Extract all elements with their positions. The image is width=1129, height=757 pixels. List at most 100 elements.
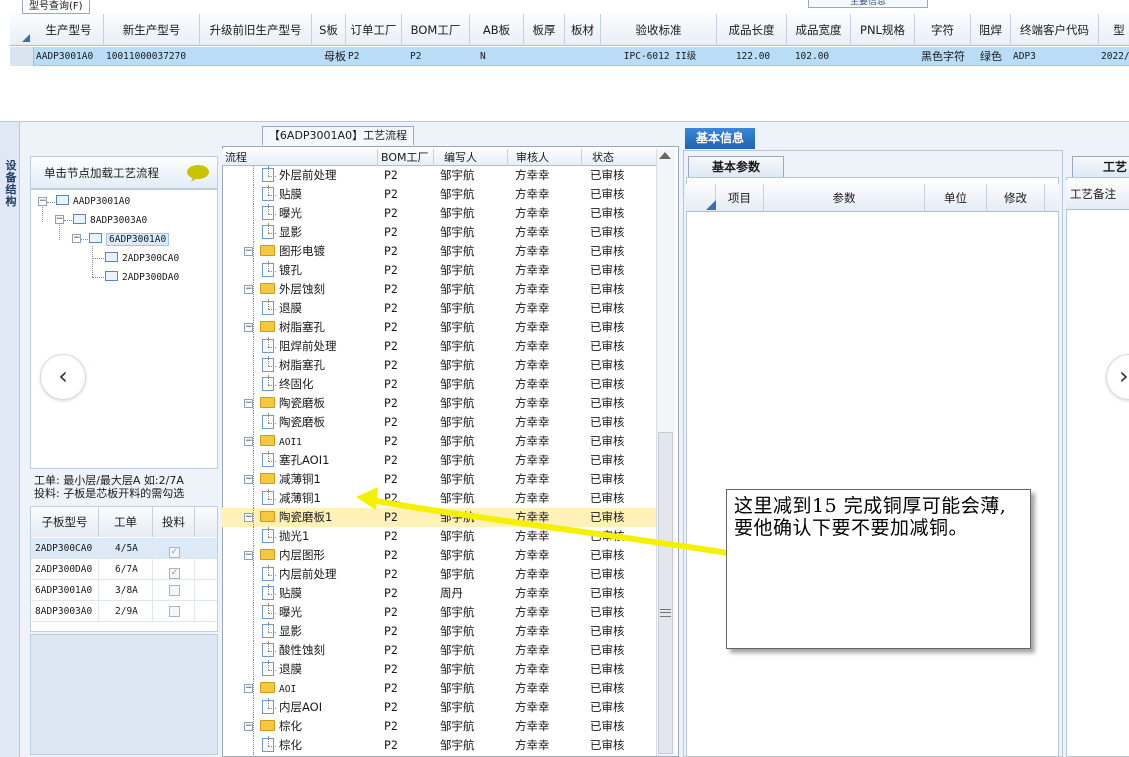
cell-writer: 邹宇航 [440, 358, 475, 372]
flow-row[interactable]: 退膜 P2 邹宇航 方幸幸 已审核 [222, 299, 662, 318]
col-header[interactable]: 审核人 [508, 149, 582, 166]
collapse-toggle-icon[interactable]: − [72, 234, 81, 243]
col-header[interactable]: 新生产型号 [104, 14, 200, 46]
flow-row[interactable]: − 外层蚀刻 P2 邹宇航 方幸幸 已审核 [222, 280, 662, 299]
collapse-toggle-icon[interactable]: − [244, 247, 253, 256]
flow-row[interactable]: 内层AOI P2 邹宇航 方幸幸 已审核 [222, 698, 662, 717]
flow-row[interactable]: 曝光 P2 邹宇航 方幸幸 已审核 [222, 204, 662, 223]
feed-checkbox[interactable]: ✓ [169, 568, 180, 579]
col-header[interactable]: 订单工厂 [346, 14, 402, 46]
col-header[interactable]: BOM工厂 [402, 14, 470, 46]
flow-row[interactable]: − 棕化 P2 邹宇航 方幸幸 已审核 [222, 717, 662, 736]
col-header[interactable]: 板材 [565, 14, 601, 46]
flow-row[interactable]: 酸性蚀刻 P2 邹宇航 方幸幸 已审核 [222, 641, 662, 660]
craft-note-header[interactable]: 工艺备注 [1066, 180, 1129, 210]
col-header[interactable]: BOM工厂 [378, 149, 434, 166]
flow-row[interactable]: − 减薄铜1 P2 邹宇航 方幸幸 已审核 [222, 470, 662, 489]
col-header[interactable]: 单位 [925, 184, 987, 212]
model-query-tab[interactable]: 型号查询(F) [22, 0, 90, 14]
flow-row[interactable]: 树脂塞孔 P2 邹宇航 方幸幸 已审核 [222, 356, 662, 375]
flow-row[interactable]: 曝光 P2 邹宇航 方幸幸 已审核 [222, 603, 662, 622]
flow-row[interactable]: 陶瓷磨板 P2 邹宇航 方幸幸 已审核 [222, 413, 662, 432]
collapse-toggle-icon[interactable]: − [244, 285, 253, 294]
tree-node[interactable]: AADP3001A0 [56, 193, 130, 209]
flow-row[interactable]: − AOI1 P2 邹宇航 方幸幸 已审核 [222, 432, 662, 451]
tree-node[interactable]: 2ADP300DA0 [105, 269, 179, 285]
feed-checkbox[interactable]: ✓ [169, 547, 180, 558]
comment-icon[interactable] [186, 164, 210, 182]
col-header[interactable]: 项目 [716, 184, 764, 212]
flow-row[interactable]: − 陶瓷磨板1 P2 邹宇航 方幸幸 已审核 [222, 508, 662, 527]
scroll-up-arrow-icon[interactable] [659, 152, 671, 159]
col-header[interactable]: 终端客户代码 [1011, 14, 1099, 46]
feed-checkbox[interactable] [169, 606, 180, 617]
collapse-toggle-icon[interactable]: − [55, 215, 64, 224]
flow-row[interactable]: 贴膜 P2 周丹 方幸幸 已审核 [222, 584, 662, 603]
collapse-toggle-icon[interactable]: − [244, 475, 253, 484]
basic-params-tab[interactable]: 基本参数 [688, 156, 784, 177]
feed-checkbox[interactable] [169, 585, 180, 596]
device-structure-tab[interactable]: 设备结构 [4, 160, 18, 208]
flow-row[interactable]: 退膜 P2 邹宇航 方幸幸 已审核 [222, 660, 662, 679]
table-row[interactable]: 2ADP300CA0 4/5A ✓ [31, 538, 217, 559]
col-header[interactable]: 型 [1099, 14, 1129, 46]
col-header[interactable]: 状态 [582, 149, 662, 166]
flow-row[interactable]: 抛光1 P2 邹宇航 方幸幸 已审核 [222, 527, 662, 546]
col-header[interactable]: 成品长度 [717, 14, 787, 46]
flow-row[interactable]: − AOI P2 邹宇航 方幸幸 已审核 [222, 679, 662, 698]
table-row[interactable]: AADP3001A0 10011000037270 母板 P2 P2 N IPC… [10, 47, 1129, 66]
col-header[interactable]: 修改 [987, 184, 1045, 212]
tree-node[interactable]: 8ADP3003A0 [73, 212, 147, 228]
collapse-toggle-icon[interactable]: − [244, 722, 253, 731]
collapse-toggle-icon[interactable]: − [244, 551, 253, 560]
tree-node-selected[interactable]: 6ADP3001A0 [89, 231, 170, 247]
main-info-tab[interactable]: 主要信息 [808, 0, 928, 8]
col-header[interactable]: 字符 [915, 14, 971, 46]
flow-row[interactable]: 阻焊前处理 P2 邹宇航 方幸幸 已审核 [222, 337, 662, 356]
table-row[interactable]: 2ADP300DA0 6/7A ✓ [31, 559, 217, 580]
col-header[interactable]: 生产型号 [34, 14, 104, 46]
flow-row[interactable]: 贴膜 P2 邹宇航 方幸幸 已审核 [222, 185, 662, 204]
prev-nav-button[interactable]: ‹ [40, 354, 86, 400]
col-header[interactable]: 验收标准 [601, 14, 717, 46]
row-selector[interactable] [10, 47, 34, 66]
collapse-toggle-icon[interactable]: − [244, 513, 253, 522]
col-header[interactable]: 投料 [153, 507, 195, 537]
flow-row[interactable]: − 图形电镀 P2 邹宇航 方幸幸 已审核 [222, 242, 662, 261]
col-header[interactable]: 板厚 [524, 14, 565, 46]
flow-row[interactable]: 显影 P2 邹宇航 方幸幸 已审核 [222, 223, 662, 242]
col-header[interactable]: 编写人 [434, 149, 508, 166]
tree-node[interactable]: 2ADP300CA0 [105, 250, 179, 266]
flow-row[interactable]: − 陶瓷磨板 P2 邹宇航 方幸幸 已审核 [222, 394, 662, 413]
col-header[interactable]: 工单 [99, 507, 153, 537]
col-header[interactable]: 升级前旧生产型号 [200, 14, 312, 46]
flow-row[interactable]: 减薄铜1 P2 邹宇航 方幸幸 已审核 [222, 489, 662, 508]
flow-row[interactable]: 镀孔 P2 邹宇航 方幸幸 已审核 [222, 261, 662, 280]
flow-row[interactable]: − 内层图形 P2 邹宇航 方幸幸 已审核 [222, 546, 662, 565]
craft-tab[interactable]: 工艺 [1072, 156, 1129, 177]
collapse-toggle-icon[interactable]: − [244, 437, 253, 446]
collapse-toggle-icon[interactable]: − [244, 323, 253, 332]
col-header[interactable]: 子板型号 [31, 507, 99, 537]
flow-row[interactable]: 内层前处理 P2 邹宇航 方幸幸 已审核 [222, 565, 662, 584]
col-header[interactable]: AB板 [470, 14, 524, 46]
flow-row[interactable]: 棕化 P2 邹宇航 方幸幸 已审核 [222, 736, 662, 755]
scrollbar-thumb[interactable] [658, 432, 673, 754]
col-header[interactable]: 成品宽度 [787, 14, 851, 46]
table-row[interactable]: 8ADP3003A0 2/9A [31, 601, 217, 622]
table-row[interactable]: 6ADP3001A0 3/8A [31, 580, 217, 601]
flow-row[interactable]: − 树脂塞孔 P2 邹宇航 方幸幸 已审核 [222, 318, 662, 337]
col-header[interactable]: PNL规格 [851, 14, 915, 46]
collapse-toggle-icon[interactable]: − [244, 399, 253, 408]
col-header[interactable]: S板 [312, 14, 346, 46]
flow-row[interactable]: 外层前处理 P2 邹宇航 方幸幸 已审核 [222, 166, 662, 185]
flow-row[interactable]: 终固化 P2 邹宇航 方幸幸 已审核 [222, 375, 662, 394]
collapse-toggle-icon[interactable]: − [38, 197, 47, 206]
flow-row[interactable]: 显影 P2 邹宇航 方幸幸 已审核 [222, 622, 662, 641]
col-header[interactable]: 参数 [764, 184, 925, 212]
col-header[interactable]: 流程 [222, 149, 378, 166]
col-header[interactable]: 阻焊 [971, 14, 1011, 46]
basic-info-tab[interactable]: 基本信息 [685, 128, 755, 149]
flow-row[interactable]: 塞孔AOI1 P2 邹宇航 方幸幸 已审核 [222, 451, 662, 470]
collapse-toggle-icon[interactable]: − [244, 684, 253, 693]
